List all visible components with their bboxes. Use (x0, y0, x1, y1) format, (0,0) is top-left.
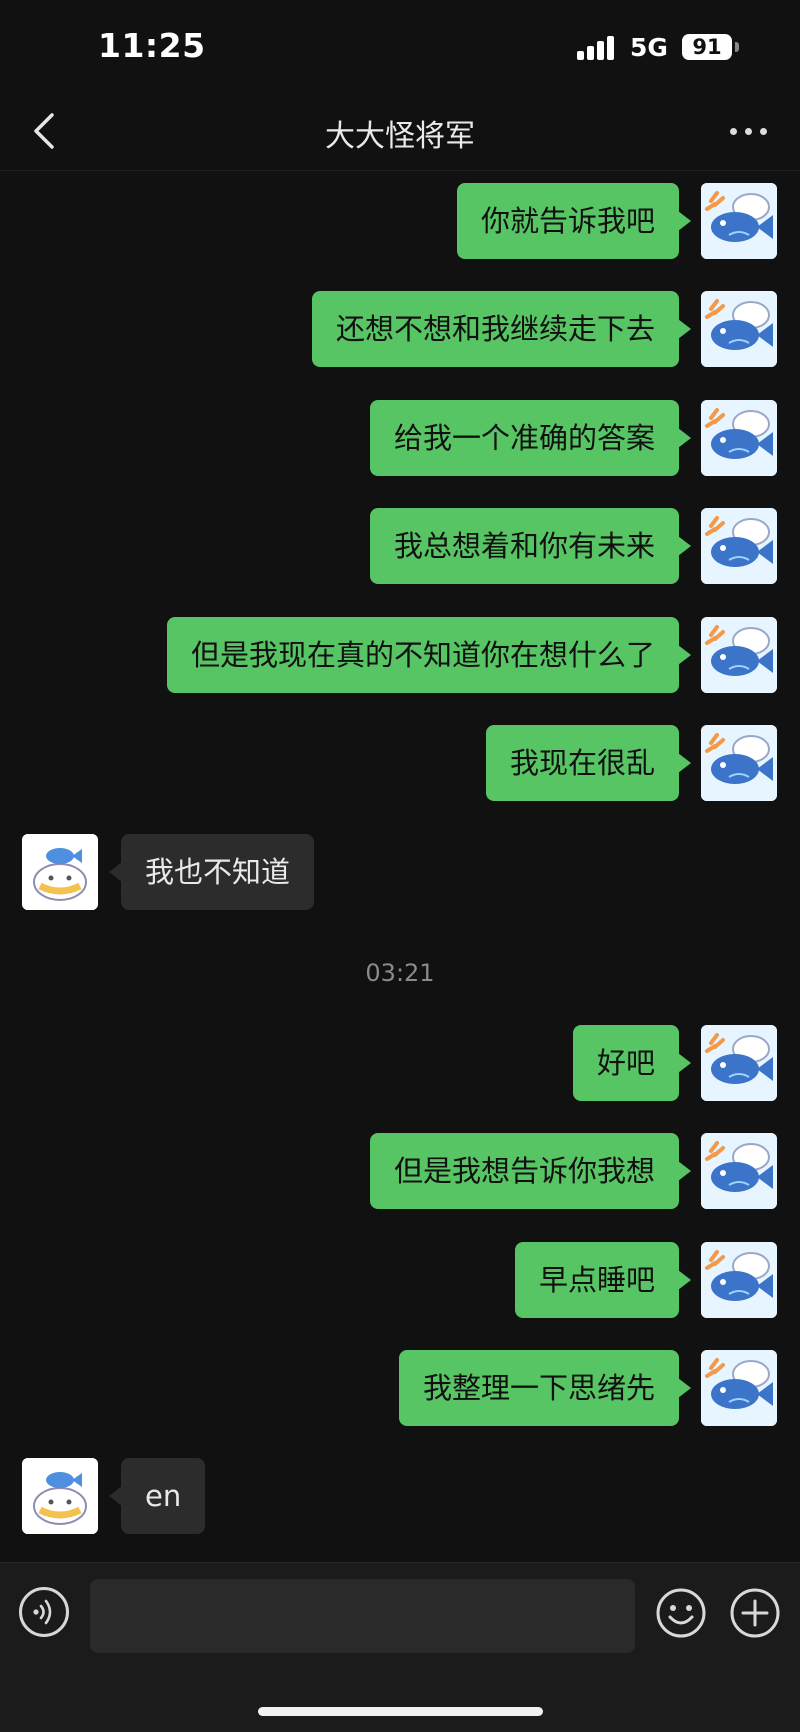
avatar[interactable] (701, 1350, 777, 1426)
sent-message-bubble[interactable]: 我现在很乱 (485, 725, 692, 801)
battery-icon: 91 (682, 34, 732, 60)
home-indicator[interactable] (258, 1707, 543, 1716)
more-options-icon[interactable] (728, 118, 770, 142)
battery-tip (735, 42, 739, 52)
network-label: 5G (630, 33, 668, 62)
plus-icon[interactable] (729, 1587, 781, 1639)
message-list[interactable]: 你就告诉我吧 还想不想和我继续走下去 给我一个准确的答案 我总想着和你有未来 但… (0, 171, 800, 1561)
received-message-bubble[interactable]: 我也不知道 (108, 834, 315, 910)
received-message-bubble[interactable]: en (108, 1458, 206, 1534)
sent-message-bubble[interactable]: 我整理一下思绪先 (398, 1350, 692, 1426)
avatar[interactable] (701, 725, 777, 801)
signal-icon (577, 36, 619, 60)
sent-message-bubble[interactable]: 但是我想告诉你我想 (369, 1133, 692, 1209)
message-input[interactable] (90, 1579, 635, 1653)
sent-message-bubble[interactable]: 给我一个准确的答案 (369, 400, 692, 476)
sent-message-bubble[interactable]: 早点睡吧 (514, 1242, 692, 1318)
status-time: 11:25 (98, 26, 206, 65)
avatar[interactable] (22, 834, 98, 910)
avatar[interactable] (701, 400, 777, 476)
avatar[interactable] (701, 617, 777, 693)
chat-header: 大大怪将军 (0, 95, 800, 171)
chat-title[interactable]: 大大怪将军 (0, 111, 800, 155)
avatar[interactable] (701, 291, 777, 367)
sent-message-bubble[interactable]: 但是我现在真的不知道你在想什么了 (166, 617, 692, 693)
sent-message-bubble[interactable]: 我总想着和你有未来 (369, 508, 692, 584)
voice-icon[interactable] (19, 1587, 69, 1637)
sent-message-bubble[interactable]: 好吧 (572, 1025, 692, 1101)
avatar[interactable] (701, 508, 777, 584)
avatar[interactable] (22, 1458, 98, 1534)
sent-message-bubble[interactable]: 还想不想和我继续走下去 (311, 291, 692, 367)
emoji-icon[interactable] (655, 1587, 707, 1639)
avatar[interactable] (701, 1025, 777, 1101)
avatar[interactable] (701, 1133, 777, 1209)
avatar[interactable] (701, 183, 777, 259)
message-timestamp: 03:21 (365, 959, 435, 987)
avatar[interactable] (701, 1242, 777, 1318)
status-bar: 11:25 5G 91 (0, 0, 800, 95)
sent-message-bubble[interactable]: 你就告诉我吧 (456, 183, 692, 259)
